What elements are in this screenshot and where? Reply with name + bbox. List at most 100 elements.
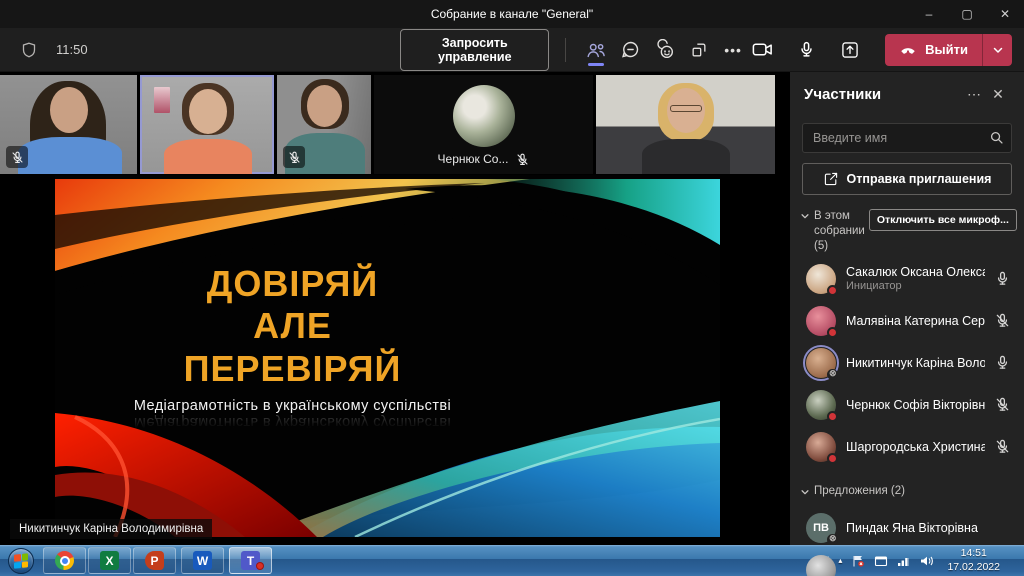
busy-status-badge <box>827 285 838 296</box>
taskbar-word-button[interactable]: W <box>181 547 224 574</box>
offline-status-badge <box>827 534 838 545</box>
camera-toggle-button[interactable] <box>747 35 777 65</box>
section-in-meeting-label: В этом собрании (5) <box>814 209 865 254</box>
participant-row[interactable]: Никитинчук Каріна Володими... <box>790 342 1024 384</box>
powerpoint-icon: P <box>145 551 164 570</box>
mic-muted-icon[interactable] <box>995 439 1010 454</box>
breakout-rooms-button[interactable] <box>685 33 713 67</box>
busy-status-badge <box>827 327 838 338</box>
video-tile-1[interactable] <box>0 75 137 174</box>
window-titlebar: Собрание в канале "General" – ▢ ✕ <box>0 0 1024 28</box>
tray-time: 14:51 <box>947 547 1000 560</box>
participant-role: Инициатор <box>846 280 985 292</box>
meeting-stage: Чернюк Со... <box>0 72 790 545</box>
shared-content-area: ДОВІРЯЙ АЛЕ ПЕРЕВІРЯЙ Медіаграмотність в… <box>0 174 790 545</box>
mute-all-button[interactable]: Отключить все микроф... <box>869 209 1017 231</box>
presenter-name-label: Никитинчук Каріна Володимирівна <box>10 519 212 539</box>
window-tray-icon[interactable] <box>874 555 888 567</box>
participant-video <box>596 75 775 174</box>
hidden-icons-chevron[interactable]: ▴ <box>838 556 842 565</box>
window-title: Собрание в канале "General" <box>431 7 593 21</box>
tray-date: 17.02.2022 <box>947 561 1000 574</box>
search-participant-input[interactable] <box>802 123 1012 153</box>
mic-on-icon[interactable] <box>995 355 1010 370</box>
suggested-participant-row[interactable]: ПВ Пиндак Яна Вікторівна <box>790 507 1024 549</box>
slide-subtitle: Медіаграмотність в українському суспільс… <box>55 398 530 414</box>
busy-status-badge <box>827 453 838 464</box>
muted-mic-icon <box>516 153 529 166</box>
slide-subtitle-reflection: Медіаграмотність в українському суспільс… <box>55 414 530 430</box>
muted-mic-icon <box>6 146 28 168</box>
start-button[interactable] <box>0 545 42 576</box>
teams-meeting-window: Собрание в канале "General" – ▢ ✕ 11:50 … <box>0 0 1024 576</box>
window-close-button[interactable]: ✕ <box>986 0 1024 28</box>
avatar <box>453 85 515 147</box>
participants-panel: Участники ⋯ ✕ Отправка приглашения В это… <box>790 72 1024 545</box>
slide-title-line1: ДОВІРЯЙ <box>55 263 530 305</box>
video-tile-3[interactable] <box>277 75 371 174</box>
chat-button[interactable] <box>616 33 644 67</box>
participant-row[interactable]: Чернюк Софія Вікторівна <box>790 384 1024 426</box>
slide-text-block: ДОВІРЯЙ АЛЕ ПЕРЕВІРЯЙ Медіаграмотність в… <box>55 263 530 430</box>
panel-close-icon[interactable]: ✕ <box>986 86 1010 103</box>
video-tile-2-selected[interactable] <box>140 75 274 174</box>
volume-icon[interactable] <box>920 555 934 567</box>
mic-muted-icon[interactable] <box>995 313 1010 328</box>
participant-video <box>140 75 274 174</box>
invite-button-label: Отправка приглашения <box>847 172 992 186</box>
slide-title-line2: АЛЕ <box>55 305 530 347</box>
participant-name: Шаргородська Христина Мико... <box>846 440 985 454</box>
hangup-phone-icon <box>899 41 917 59</box>
word-icon: W <box>193 551 212 570</box>
participant-name: Никитинчук Каріна Володими... <box>846 356 985 370</box>
avatar <box>806 390 836 420</box>
window-minimize-button[interactable]: – <box>910 0 948 28</box>
leave-split-button[interactable]: Выйти <box>885 34 1012 66</box>
mic-toggle-button[interactable] <box>791 35 821 65</box>
avatar-initials-text: ПВ <box>813 522 829 534</box>
leave-options-chevron[interactable] <box>982 34 1012 66</box>
send-invite-button[interactable]: Отправка приглашения <box>802 163 1012 195</box>
taskbar-clock[interactable]: 14:51 17.02.2022 <box>943 547 1004 573</box>
avatar <box>806 306 836 336</box>
panel-more-icon[interactable]: ⋯ <box>962 86 986 103</box>
windows-logo-icon <box>8 548 34 574</box>
meeting-toolbar: 11:50 Запросить управление ••• Выйти <box>0 28 1024 72</box>
avatar <box>806 348 836 378</box>
participant-name: Малявіна Катерина Сергіївна <box>846 314 985 328</box>
participant-row[interactable]: Малявіна Катерина Сергіївна <box>790 300 1024 342</box>
video-strip: Чернюк Со... <box>0 72 790 174</box>
taskbar-powerpoint-button[interactable]: P <box>133 547 176 574</box>
video-tile-5[interactable] <box>596 75 775 174</box>
invite-share-icon <box>823 171 839 187</box>
window-maximize-button[interactable]: ▢ <box>948 0 986 28</box>
windows-taskbar: X P W T RU ▴ 14:51 17.02.2022 <box>0 545 1024 576</box>
reactions-button[interactable] <box>650 33 678 67</box>
participants-button[interactable] <box>582 33 610 67</box>
more-actions-button[interactable]: ••• <box>719 33 747 67</box>
presenting-status-badge <box>827 369 838 380</box>
network-signal-icon[interactable] <box>897 555 911 567</box>
request-control-button[interactable]: Запросить управление <box>400 29 549 71</box>
avatar <box>806 432 836 462</box>
participant-name: Чернюк Софія Вікторівна <box>846 398 985 412</box>
participant-row[interactable]: Сакалюк Оксана Олександрівна Инициатор <box>790 258 1024 300</box>
meeting-security-shield-icon <box>12 33 46 67</box>
excel-icon: X <box>100 551 119 570</box>
mic-muted-icon[interactable] <box>995 397 1010 412</box>
taskbar-chrome-button[interactable] <box>43 547 86 574</box>
avatar-initials: ПВ <box>806 513 836 543</box>
share-screen-button[interactable] <box>835 35 865 65</box>
mic-on-icon[interactable] <box>995 271 1010 286</box>
toolbar-divider <box>565 38 566 62</box>
taskbar-teams-button[interactable]: T <box>229 547 272 574</box>
participant-name: Сакалюк Оксана Олександрівна <box>846 265 985 279</box>
section-collapse-chevron[interactable] <box>800 487 810 497</box>
participant-row[interactable]: Шаргородська Христина Мико... <box>790 426 1024 468</box>
action-center-flag-icon[interactable] <box>851 555 865 567</box>
avatar <box>806 264 836 294</box>
section-collapse-chevron[interactable] <box>800 211 810 221</box>
participant-name: Пиндак Яна Вікторівна <box>846 521 1010 535</box>
audio-tile-chernyuk[interactable]: Чернюк Со... <box>374 75 593 174</box>
taskbar-excel-button[interactable]: X <box>88 547 131 574</box>
